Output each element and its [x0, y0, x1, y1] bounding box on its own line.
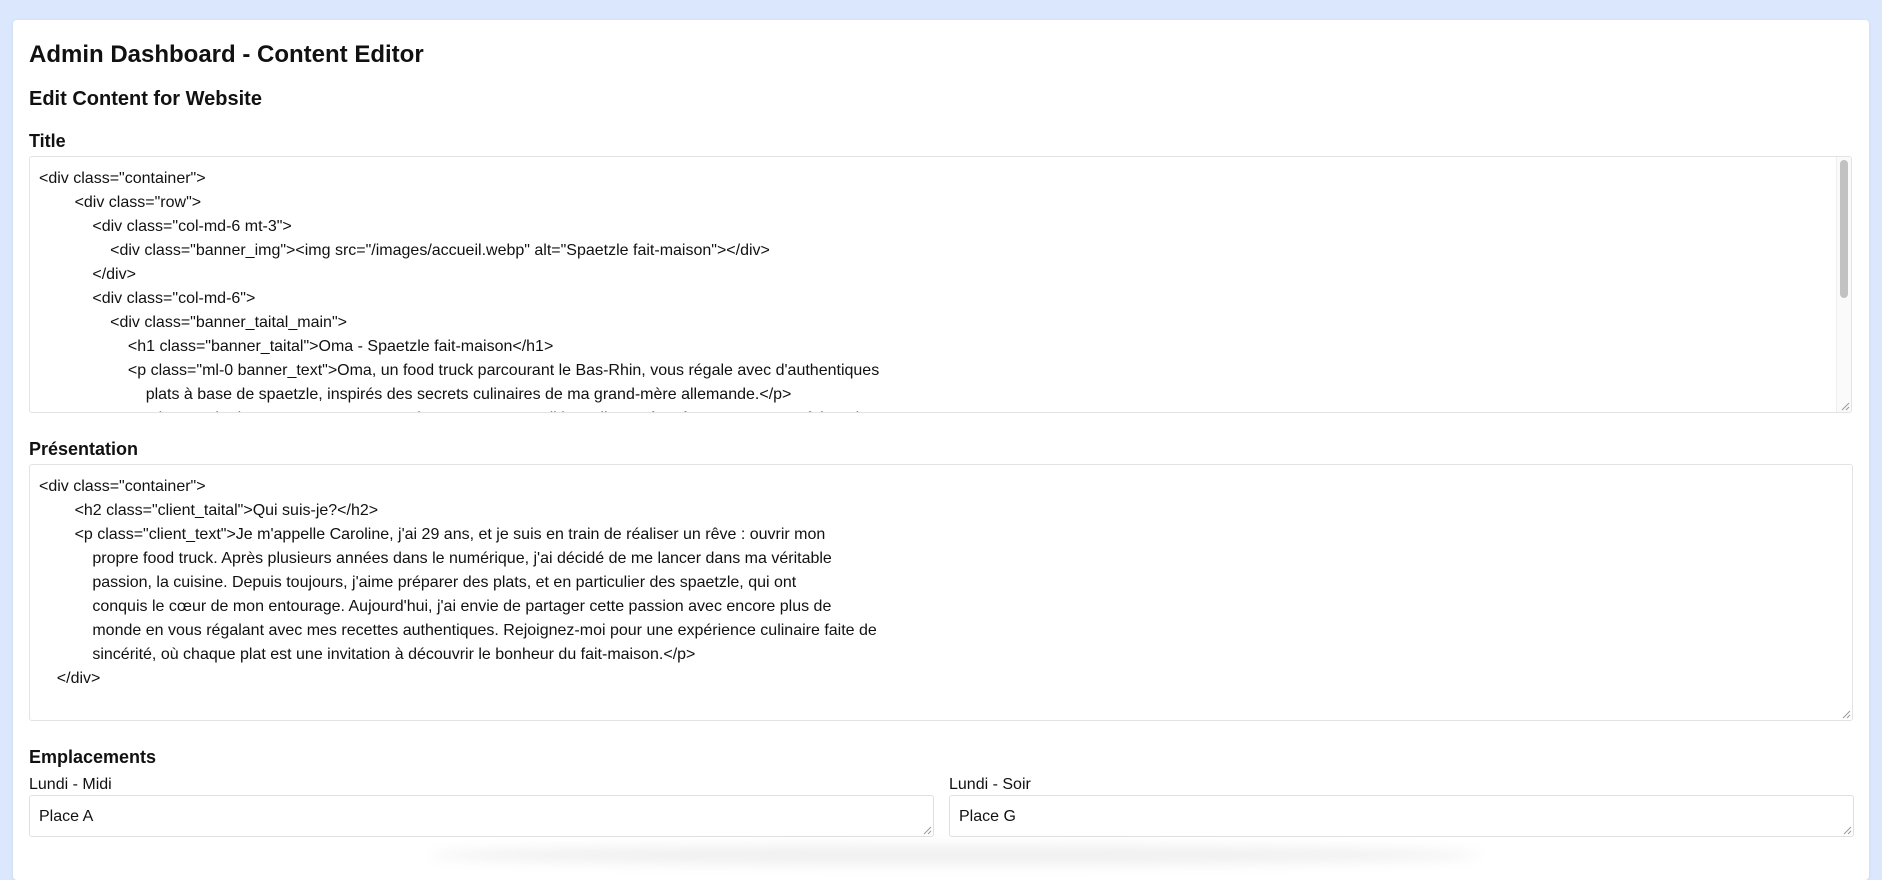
- title-textarea[interactable]: <div class="container"> <div class="row"…: [29, 156, 1852, 413]
- emplacements-label: Emplacements: [29, 747, 157, 767]
- editor-panel: Admin Dashboard - Content Editor Edit Co…: [13, 20, 1869, 880]
- slot-input-lundi-soir[interactable]: Place G: [949, 795, 1854, 837]
- title-field-label: Title: [29, 131, 66, 151]
- page-title: Admin Dashboard - Content Editor: [29, 41, 424, 68]
- resize-grip-icon[interactable]: [1841, 709, 1851, 719]
- title-textarea-content[interactable]: <div class="container"> <div class="row"…: [39, 167, 923, 412]
- page-subtitle: Edit Content for Website: [29, 88, 262, 110]
- presentation-textarea-content[interactable]: <div class="container"> <h2 class="clien…: [39, 475, 877, 691]
- resize-grip-icon[interactable]: [1840, 401, 1850, 411]
- slot-label-lundi-midi: Lundi - Midi: [29, 776, 112, 793]
- title-scrollbar-thumb[interactable]: [1840, 160, 1848, 298]
- slot-value-lundi-midi[interactable]: Place A: [39, 807, 93, 827]
- slot-value-lundi-soir[interactable]: Place G: [959, 807, 1016, 827]
- slot-input-lundi-midi[interactable]: Place A: [29, 795, 934, 837]
- presentation-field-label: Présentation: [29, 439, 139, 459]
- title-textarea-scrollbar[interactable]: [1836, 157, 1851, 412]
- resize-grip-icon[interactable]: [922, 825, 932, 835]
- bottom-shadow: [430, 845, 1480, 865]
- resize-grip-icon[interactable]: [1842, 825, 1852, 835]
- presentation-textarea[interactable]: <div class="container"> <h2 class="clien…: [29, 464, 1853, 721]
- slot-label-lundi-soir: Lundi - Soir: [949, 776, 1031, 793]
